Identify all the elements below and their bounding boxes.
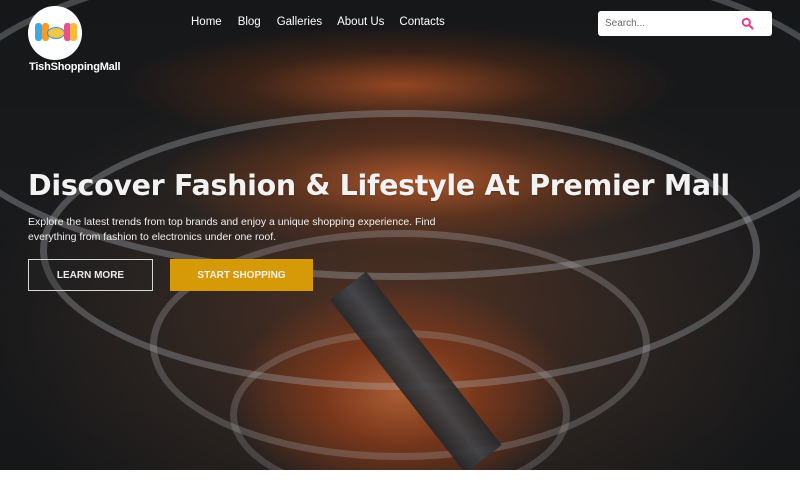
- nav-item-contacts[interactable]: Contacts: [399, 16, 444, 28]
- hero-subtext: Explore the latest trends from top brand…: [28, 216, 436, 243]
- brand-name[interactable]: TishShoppingMall: [29, 61, 121, 73]
- search-input[interactable]: [605, 11, 735, 36]
- nav-item-about-us[interactable]: About Us: [337, 16, 384, 28]
- shopping-mall-logo-icon: [33, 21, 77, 45]
- learn-more-button[interactable]: LEARN MORE: [28, 259, 153, 291]
- hero-headline: Discover Fashion & Lifestyle At Premier …: [28, 169, 730, 202]
- start-shopping-button[interactable]: START SHOPPING: [170, 259, 313, 291]
- hero-section: TishShoppingMall Home Blog Galleries Abo…: [0, 0, 800, 470]
- nav-item-blog[interactable]: Blog: [238, 16, 261, 28]
- search-icon[interactable]: [741, 17, 754, 30]
- search-box: [598, 11, 772, 36]
- nav-item-home[interactable]: Home: [191, 16, 222, 28]
- nav-item-galleries[interactable]: Galleries: [277, 16, 322, 28]
- logo[interactable]: [28, 6, 82, 60]
- main-nav: Home Blog Galleries About Us Contacts: [191, 16, 460, 28]
